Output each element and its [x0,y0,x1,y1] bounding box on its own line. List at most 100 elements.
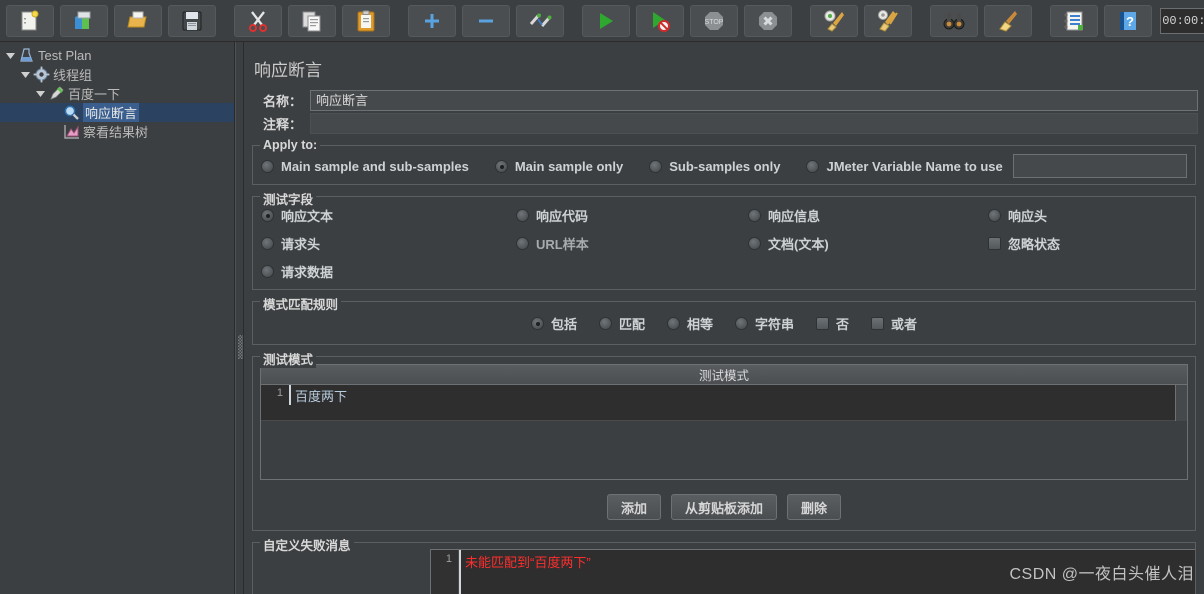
radio-equals[interactable]: 相等 [666,314,713,333]
table-empty-area [261,421,1187,478]
comment-input[interactable] [310,113,1198,134]
radio-icon[interactable] [516,236,529,250]
tree-node-thread-group[interactable]: 线程组 [0,65,234,84]
radio-icon[interactable] [666,316,680,330]
radio-sub-only[interactable]: Sub-samples only [649,159,780,174]
radio-icon[interactable] [988,208,1001,222]
add-button[interactable]: 添加 [606,494,661,520]
radio-main-and-sub[interactable]: Main sample and sub-samples [261,159,469,174]
clear-all-broom-gear-icon [878,9,898,32]
open-button[interactable] [114,4,162,37]
broom-icon [999,10,1017,32]
radio-matches[interactable]: 匹配 [598,314,645,333]
save-button[interactable] [168,4,216,37]
test-field-group: 测试字段 响应文本 响应代码 响应信息 响应头 请求头 URL样本 文档(文本)… [252,189,1196,290]
copy-button[interactable] [288,4,336,37]
templates-button[interactable] [60,4,108,37]
copy-icon [302,11,321,31]
radio-url-sample[interactable]: URL样本 [516,235,748,252]
checkbox-icon[interactable] [816,316,830,330]
radio-main-only[interactable]: Main sample only [494,159,623,174]
name-input[interactable]: 响应断言 [310,90,1198,111]
play-no-pause-icon [653,11,670,32]
radio-icon[interactable] [649,159,663,173]
radio-icon[interactable] [735,316,748,330]
radio-response-code[interactable]: 响应代码 [516,207,748,224]
custom-failure-text[interactable]: 未能匹配到“百度两下” [459,550,1195,594]
pattern-rules-title: 模式匹配规则 [260,294,342,313]
radio-document-text[interactable]: 文档(文本) [748,235,988,252]
radio-substring[interactable]: 字符串 [735,314,794,333]
tree-node-test-plan[interactable]: Test Plan [0,46,234,65]
expand-twisty-icon[interactable] [4,49,17,62]
paste-button[interactable] [342,4,390,37]
test-plan-tree[interactable]: Test Plan 线程组 百度一下 响应断言 察看结果树 [0,42,235,594]
start-button[interactable] [582,4,630,37]
clear-button[interactable] [810,4,858,37]
table-body[interactable]: 1 百度两下 [261,385,1187,479]
reset-search-button[interactable] [984,4,1032,37]
clear-all-button[interactable] [864,4,912,37]
start-no-pauses-button[interactable] [636,4,684,37]
sidebar-splitter[interactable] [235,42,244,594]
stop-button[interactable]: STOP [690,4,738,37]
name-field-row: 名称： 响应断言 [250,90,1198,111]
tree-node-http-request[interactable]: 百度一下 [0,84,234,103]
elapsed-timer: 00:00:01 [1160,7,1204,34]
expand-twisty-icon[interactable] [19,68,32,81]
radio-icon[interactable] [516,208,529,222]
expand-twisty-icon[interactable] [34,87,47,100]
delete-button[interactable]: 删除 [787,494,842,520]
radio-icon[interactable] [748,236,761,250]
add-from-clipboard-button[interactable]: 从剪贴板添加 [670,494,777,520]
table-row[interactable]: 1 百度两下 [261,385,1187,421]
toggle-button[interactable] [516,4,564,37]
toggle-pencil-icon [529,13,552,27]
cut-button[interactable] [234,4,282,37]
checkbox-ignore-status[interactable]: 忽略状态 [988,235,1187,252]
radio-response-text[interactable]: 响应文本 [261,207,516,224]
checkbox-icon[interactable] [988,236,1001,250]
radio-icon[interactable] [494,159,508,173]
radio-icon[interactable] [261,159,274,173]
radio-contains[interactable]: 包括 [530,314,577,333]
search-button[interactable] [930,4,978,37]
checkbox-or[interactable]: 或者 [871,314,917,333]
radio-icon[interactable] [261,208,274,222]
test-patterns-table[interactable]: 测试模式 1 百度两下 [260,364,1188,480]
collapse-all-button[interactable] [462,4,510,37]
radio-request-headers[interactable]: 请求头 [261,235,516,252]
shutdown-button[interactable] [744,4,792,37]
help-button[interactable]: ? [1104,4,1152,37]
radio-icon[interactable] [261,236,274,250]
radio-icon[interactable] [748,208,761,222]
radio-icon[interactable] [598,316,612,330]
tree-node-view-results-tree[interactable]: 察看结果树 [0,122,234,141]
radio-response-headers[interactable]: 响应头 [988,207,1187,224]
radio-request-data[interactable]: 请求数据 [261,263,516,280]
splitter-grip-icon[interactable] [238,335,243,359]
comment-field-row: 注释： [250,113,1198,134]
apply-to-title: Apply to: [260,138,321,152]
checkbox-icon[interactable] [871,316,885,330]
radio-icon[interactable] [261,264,274,278]
checkbox-not[interactable]: 否 [816,314,849,333]
radio-response-message[interactable]: 响应信息 [748,207,988,224]
grid-filler [988,263,1187,279]
expand-all-button[interactable] [408,4,456,37]
radio-icon[interactable] [530,316,544,330]
svg-text:?: ? [1126,14,1134,29]
custom-failure-editor[interactable]: 1 未能匹配到“百度两下” [430,549,1195,594]
table-vertical-scrollbar[interactable] [1175,385,1187,421]
jmeter-variable-input[interactable] [1012,154,1187,178]
option-label: 请求数据 [281,264,334,280]
row-value[interactable]: 百度两下 [289,385,1187,405]
option-label: 相等 [686,316,713,332]
tree-node-label: 线程组 [53,68,93,83]
jmeter-window: STOP ? 00:00: Test Plan 线程组 百度一下 响应断言 察看… [0,0,1204,594]
radio-icon[interactable] [806,159,820,173]
function-helper-button[interactable] [1050,4,1098,37]
tree-node-response-assertion[interactable]: 响应断言 [0,103,234,122]
new-test-plan-button[interactable] [6,4,54,37]
radio-jmeter-variable[interactable]: JMeter Variable Name to use [806,159,1003,174]
